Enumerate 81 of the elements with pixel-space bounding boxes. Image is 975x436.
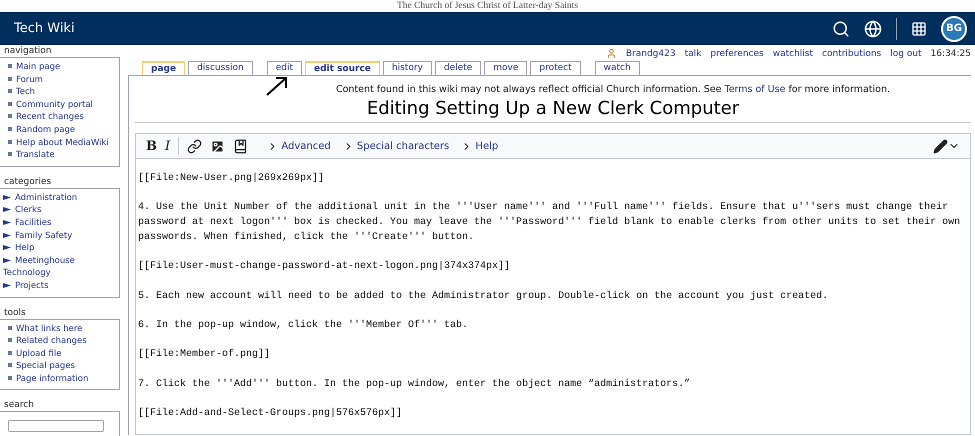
user-link[interactable]: contributions (822, 48, 882, 58)
search-icon[interactable] (832, 20, 850, 38)
category-link[interactable]: Administration (0, 192, 117, 204)
user-link[interactable]: talk (684, 48, 702, 58)
sidebar-heading: search (3, 400, 35, 412)
sidebar-heading: navigation (3, 46, 53, 57)
sidebar-heading: categories (3, 176, 52, 188)
globe-icon[interactable] (864, 20, 882, 38)
page-tab[interactable]: history (382, 61, 432, 75)
bullet-icon (8, 126, 12, 131)
bold-button[interactable]: B (142, 138, 161, 154)
sidebar-link[interactable]: Community portal (0, 98, 117, 112)
bullet-icon (8, 102, 12, 106)
apps-grid-icon[interactable] (911, 20, 927, 36)
page-tab[interactable]: watch (594, 61, 640, 75)
wikitext-line: [[File:New-User.png|269x269px]] (138, 172, 326, 186)
source-editor[interactable] (135, 159, 971, 435)
bullet-icon (8, 114, 12, 118)
wikitext-line: 6. In the pop-up window, click the '''Member Of''' tab. (138, 318, 470, 333)
sidebar-link[interactable]: Help about MediaWiki (0, 136, 117, 150)
search-field[interactable] (8, 420, 104, 432)
page-tab[interactable]: protect (530, 61, 581, 75)
arrow-icon (265, 75, 289, 97)
bullet-icon (8, 326, 12, 330)
bullet-icon (8, 140, 12, 144)
sidebar-link[interactable]: Main page (0, 61, 117, 74)
category-link[interactable]: Help (0, 242, 117, 255)
page-tab[interactable]: page (142, 61, 186, 75)
sidebar-link[interactable]: Related changes (0, 335, 117, 348)
bullet-icon (8, 152, 12, 156)
page-tab[interactable]: edit (266, 61, 302, 75)
sidebar-link[interactable]: Forum (0, 74, 117, 86)
bullet-icon (8, 338, 12, 342)
sidebar-link[interactable]: Recent changes (0, 111, 117, 124)
sidebar-heading: tools (3, 308, 27, 318)
toolbar-menu[interactable]: Help (455, 140, 504, 152)
bullet-icon (8, 76, 12, 81)
toolbar-menu[interactable]: Advanced (261, 140, 337, 152)
user-avatar[interactable]: BG (941, 16, 967, 42)
banner-title: The Church of Jesus Christ of Latter-day Saints (396, 0, 580, 12)
site-title[interactable]: Tech Wiki (14, 21, 818, 36)
sidebar-link[interactable]: Special pages (0, 360, 117, 373)
wikitext-line: 4. Use the Unit Number of the additional unit in the '''User name''' and '''Full name''' fields. Ensure that u'''sers must change their password at next logon''' box is checked. You may leave the '''Password''' field blank to enable clerks from other units to set their own passwords. When finished, click the '''Create''' button. (138, 201, 962, 245)
category-link[interactable]: Facilities (0, 216, 117, 230)
wikitext-line: 5. Each new account will need to be added to the Administrator group. Double-click on the account you just created. (138, 290, 830, 304)
sidebar-link[interactable]: What links here (0, 322, 117, 336)
bullet-icon (8, 363, 12, 368)
bullet-icon (8, 64, 12, 68)
sidebar-link[interactable]: Upload file (0, 348, 117, 360)
wikitext-line: [[File:Add-and-Select-Groups.png|576x576px]] (138, 407, 404, 422)
wikitext-line: [[File:Member-of.png]] (138, 348, 272, 362)
category-link[interactable]: Projects (0, 280, 117, 292)
bullet-icon (8, 89, 12, 94)
user-link[interactable]: watchlist (772, 48, 814, 58)
sidebar-link[interactable]: Tech (0, 86, 117, 99)
category-link[interactable]: Meetinghouse Technology (0, 254, 117, 280)
pencil-icon (933, 138, 948, 154)
italic-button[interactable]: I (161, 138, 174, 154)
user-link[interactable]: Brandg423 (626, 48, 676, 58)
user-link[interactable]: preferences (710, 48, 764, 58)
clock: 16:34:25 (930, 48, 971, 58)
bullet-icon (8, 350, 12, 355)
wikitext-line: [[File:User-must-change-password-at-next-logon.png|374x374px]] (138, 260, 512, 274)
bullet-icon (8, 376, 12, 380)
category-link[interactable]: Clerks (0, 204, 117, 217)
sidebar-link[interactable]: Random page (0, 124, 117, 137)
page-tab[interactable]: delete (434, 61, 482, 75)
page-tab[interactable]: discussion (188, 61, 253, 75)
toolbar-menu[interactable]: Special characters (336, 140, 456, 152)
wikitext-line: 7. Click the '''Add''' button. In the pop-up window, enter the object name “administrators.” (138, 378, 692, 392)
sidebar-link[interactable]: Translate (0, 149, 117, 162)
page-title: Editing Setting Up a New Clerk Computer (135, 98, 971, 123)
page-tab[interactable]: move (484, 61, 528, 75)
user-link[interactable]: log out (890, 48, 922, 58)
category-link[interactable]: Family Safety (0, 230, 117, 242)
page-tab[interactable]: edit source (305, 61, 380, 75)
user-icon (606, 48, 617, 59)
sidebar-link[interactable]: Page information (0, 372, 117, 386)
pointer-icon (3, 282, 11, 288)
notice-text: Content found in this wiki may not always reflect official Church information. See Terms of Use for more information. (334, 84, 892, 95)
terms-link[interactable]: Terms of Use (724, 84, 786, 95)
